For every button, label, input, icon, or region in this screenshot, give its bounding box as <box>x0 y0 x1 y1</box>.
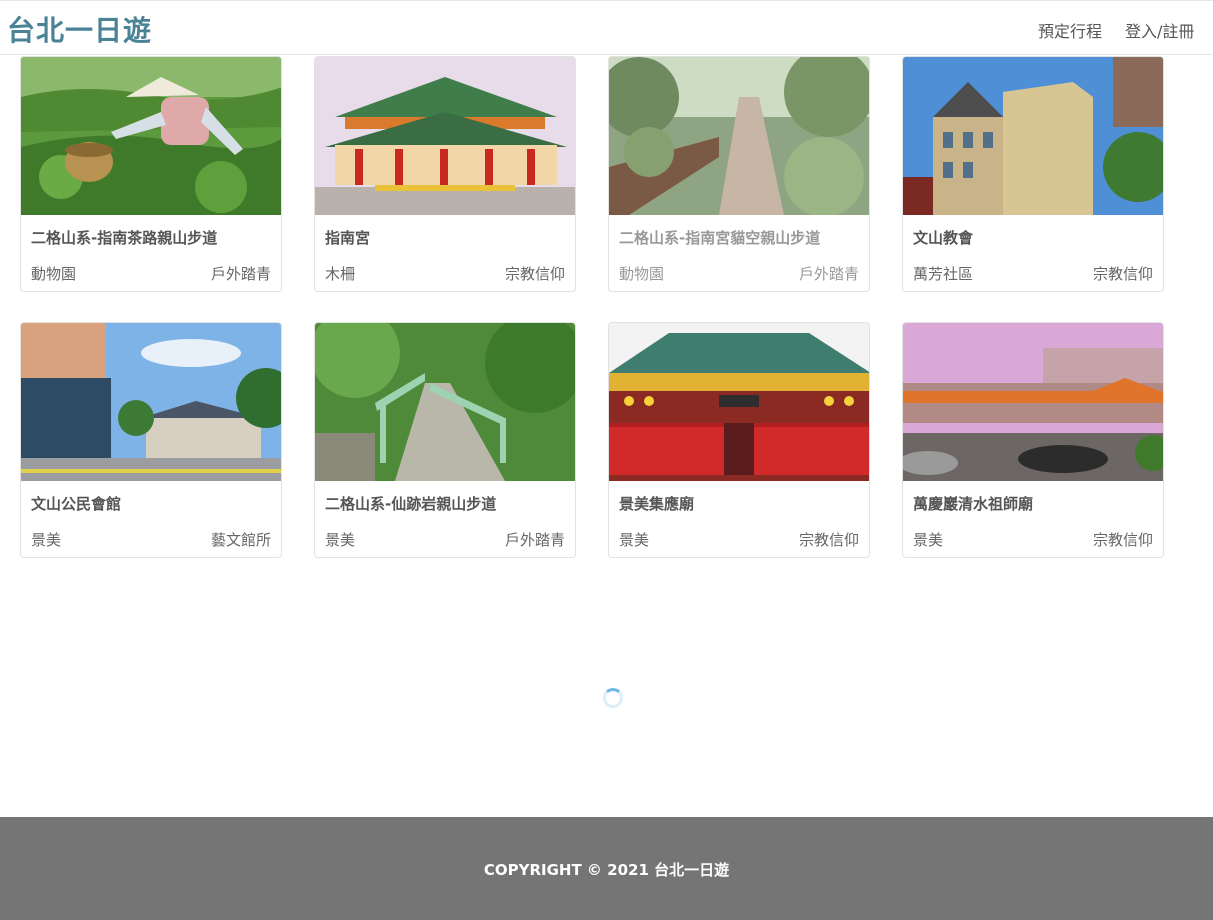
attraction-district: 景美 <box>31 531 62 549</box>
nav-booking-link[interactable]: 預定行程 <box>1038 18 1102 42</box>
civic-hall-photo <box>21 323 281 481</box>
attraction-title[interactable]: 萬慶巖清水祖師廟 <box>913 493 1033 514</box>
attraction-category: 宗教信仰 <box>798 531 859 549</box>
temple-photo <box>315 57 575 215</box>
navbar: 台北一日遊 預定行程 登入/註冊 <box>0 0 1213 55</box>
tea-picker-photo <box>21 57 281 215</box>
attraction-card[interactable]: 景美集應廟 景美 宗教信仰 <box>608 322 870 558</box>
attraction-category: 戶外踏青 <box>504 531 565 549</box>
church-photo <box>903 57 1163 215</box>
attraction-title[interactable]: 二格山系-仙跡岩親山步道 <box>325 493 496 514</box>
attraction-card[interactable]: 二格山系-指南宮貓空親山步道 動物園 戶外踏青 <box>608 56 870 292</box>
attraction-category: 戶外踏青 <box>210 265 271 283</box>
nav-login-link[interactable]: 登入/註冊 <box>1125 18 1194 42</box>
attraction-title[interactable]: 二格山系-指南茶路親山步道 <box>31 227 217 248</box>
attraction-card[interactable]: 指南宮 木柵 宗教信仰 <box>314 56 576 292</box>
attraction-card[interactable]: 萬慶巖清水祖師廟 景美 宗教信仰 <box>902 322 1164 558</box>
copyright-text: COPYRIGHT © 2021 台北一日遊 <box>483 861 730 879</box>
attraction-card[interactable]: 二格山系-指南茶路親山步道 動物園 戶外踏青 <box>20 56 282 292</box>
attraction-district: 動物園 <box>31 265 77 283</box>
attraction-district: 景美 <box>913 531 944 549</box>
site-brand[interactable]: 台北一日遊 <box>7 9 152 49</box>
attraction-district: 景美 <box>619 531 650 549</box>
stairs-trail-photo <box>315 323 575 481</box>
attraction-title[interactable]: 景美集應廟 <box>619 493 694 514</box>
attraction-title[interactable]: 文山教會 <box>913 227 973 248</box>
attraction-category: 藝文館所 <box>210 531 271 549</box>
trail-photo <box>609 57 869 215</box>
loading-spinner-icon <box>603 688 623 708</box>
attraction-district: 萬芳社區 <box>913 265 974 283</box>
attraction-title[interactable]: 二格山系-指南宮貓空親山步道 <box>619 227 820 248</box>
attraction-category: 宗教信仰 <box>1092 531 1153 549</box>
footer: COPYRIGHT © 2021 台北一日遊 <box>0 817 1213 920</box>
attraction-title[interactable]: 文山公民會館 <box>31 493 121 514</box>
attraction-card[interactable]: 文山公民會館 景美 藝文館所 <box>20 322 282 558</box>
attraction-district: 景美 <box>325 531 356 549</box>
red-temple-photo <box>609 323 869 481</box>
attraction-category: 宗教信仰 <box>504 265 565 283</box>
attraction-district: 動物園 <box>619 265 665 283</box>
attraction-card[interactable]: 文山教會 萬芳社區 宗教信仰 <box>902 56 1164 292</box>
attraction-card[interactable]: 二格山系-仙跡岩親山步道 景美 戶外踏青 <box>314 322 576 558</box>
attraction-title[interactable]: 指南宮 <box>325 227 370 248</box>
street-temple-photo <box>903 323 1163 481</box>
attraction-category: 戶外踏青 <box>798 265 859 283</box>
attraction-category: 宗教信仰 <box>1092 265 1153 283</box>
attraction-district: 木柵 <box>325 265 356 283</box>
